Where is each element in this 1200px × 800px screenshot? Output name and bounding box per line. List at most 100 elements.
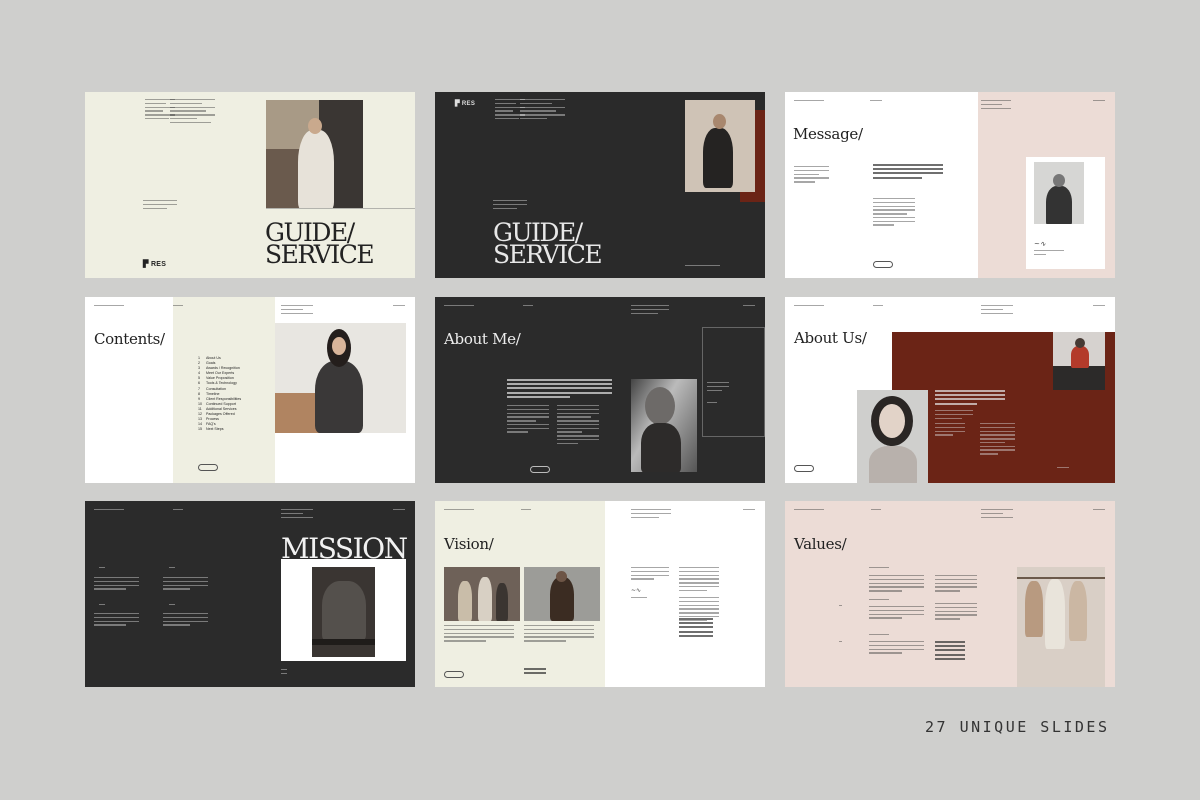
- vision-footer: [524, 668, 546, 676]
- slide-title: MISSION: [281, 532, 408, 565]
- header-line: [873, 305, 883, 309]
- slide-about-me[interactable]: About Me/: [435, 297, 765, 483]
- team-photo: [1053, 332, 1105, 390]
- value-body: [935, 575, 977, 594]
- signature-icon: ~∿: [631, 587, 642, 594]
- value-body: [869, 575, 924, 594]
- brand-logo: ▛ RES: [143, 261, 167, 268]
- signature-icon: ~∿: [1034, 240, 1046, 248]
- slide-vision[interactable]: Vision/ ~∿: [435, 501, 765, 687]
- value-list: [935, 641, 965, 662]
- value-body: [869, 641, 924, 656]
- header-line: [393, 305, 405, 309]
- item-number: [99, 604, 105, 608]
- slide-title: Vision/: [444, 535, 494, 553]
- header-lines: [281, 305, 313, 316]
- header-lines: [981, 305, 1013, 316]
- slide-about-us[interactable]: About Us/: [785, 297, 1115, 483]
- signature-lines: [631, 597, 647, 601]
- page-pill: [444, 671, 464, 678]
- side-panel: [702, 327, 765, 437]
- portrait-photo: [857, 390, 928, 483]
- values-photo: [1017, 567, 1105, 687]
- mission-body: [163, 613, 208, 628]
- cover-title: GUIDE/ SERVICE: [493, 218, 603, 269]
- slide-title: Contents/: [94, 330, 165, 348]
- contents-item: 15 Next Steps: [198, 427, 241, 432]
- contents-list: 1 About Us 2 Goals 3 Awards / Recognition 4 Mee…: [198, 356, 241, 432]
- footer-line: [1057, 467, 1069, 471]
- header-lines: [281, 509, 313, 520]
- header-line: [521, 509, 531, 513]
- contents-item-number: 15: [198, 427, 202, 432]
- slides-count-caption: 27 UNIQUE SLIDES: [925, 718, 1110, 736]
- header-line: [794, 509, 824, 513]
- value-body: [869, 606, 924, 621]
- header-line: [743, 509, 755, 513]
- slide-title: About Us/: [794, 329, 867, 347]
- message-body: [873, 198, 915, 228]
- brand-logo: ▛ RES: [455, 101, 476, 107]
- vision-text: [631, 567, 669, 582]
- cover-photo: [266, 100, 363, 208]
- mission-body: [94, 613, 139, 628]
- contact-lines: [520, 99, 565, 122]
- slide-cover-dark[interactable]: ▛ RES GUIDE/ SERVICE: [435, 92, 765, 278]
- about-quote: [935, 390, 1005, 407]
- about-quote: [507, 379, 612, 400]
- value-heading: [869, 599, 889, 603]
- header-line: [1093, 509, 1105, 513]
- contact-lines: [170, 99, 215, 125]
- about-body: [557, 405, 599, 447]
- item-number: [169, 567, 175, 571]
- mission-photo-frame: [281, 559, 406, 661]
- logo-mark-icon: ▛: [143, 261, 151, 268]
- header-line: [794, 305, 824, 309]
- contents-item-label: Next Steps: [206, 427, 224, 432]
- value-number: [839, 605, 842, 609]
- header-line: [173, 509, 183, 513]
- about-body: [507, 405, 549, 435]
- sender-lines: [794, 166, 829, 185]
- page-pill: [530, 466, 550, 473]
- header-line: [173, 305, 183, 309]
- cover-title: GUIDE/ SERVICE: [265, 218, 375, 269]
- header-line: [1093, 100, 1105, 104]
- header-lines: [631, 509, 671, 520]
- header-lines: [981, 509, 1013, 520]
- item-number: [169, 604, 175, 608]
- slide-values[interactable]: Values/: [785, 501, 1115, 687]
- value-heading: [869, 567, 889, 571]
- signature-lines: [1034, 250, 1064, 258]
- header-lines: [981, 100, 1011, 111]
- vision-text: [679, 567, 719, 593]
- header-line: [94, 509, 124, 513]
- slide-message[interactable]: Message/ ~∿: [785, 92, 1115, 278]
- message-quote: [873, 164, 943, 181]
- value-heading: [869, 634, 889, 638]
- mission-body: [163, 577, 208, 592]
- vision-body: [444, 625, 514, 644]
- portrait-photo: [631, 379, 697, 472]
- page-pill: [873, 261, 893, 268]
- slide-contents[interactable]: Contents/ 1 About Us 2 Goals 3 Awards / Recog…: [85, 297, 415, 483]
- about-body: [935, 423, 965, 438]
- header-line: [523, 305, 533, 309]
- header-line: [743, 305, 755, 309]
- contents-photo: [275, 323, 406, 433]
- header-line: [444, 305, 474, 309]
- slide-mission[interactable]: MISSION: [85, 501, 415, 687]
- address-lines: [493, 200, 527, 211]
- item-number: [99, 567, 105, 571]
- slide-cover-light[interactable]: GUIDE/ SERVICE ▛ RES: [85, 92, 415, 278]
- mission-body: [94, 577, 139, 592]
- footer-line: [685, 265, 720, 269]
- about-body: [935, 410, 973, 421]
- header-line: [444, 509, 474, 513]
- vision-photo: [444, 567, 520, 621]
- about-body: [980, 423, 1015, 457]
- slide-title: About Me/: [444, 330, 521, 348]
- header-line: [871, 509, 881, 513]
- vision-body: [524, 625, 594, 644]
- header-line: [393, 509, 405, 513]
